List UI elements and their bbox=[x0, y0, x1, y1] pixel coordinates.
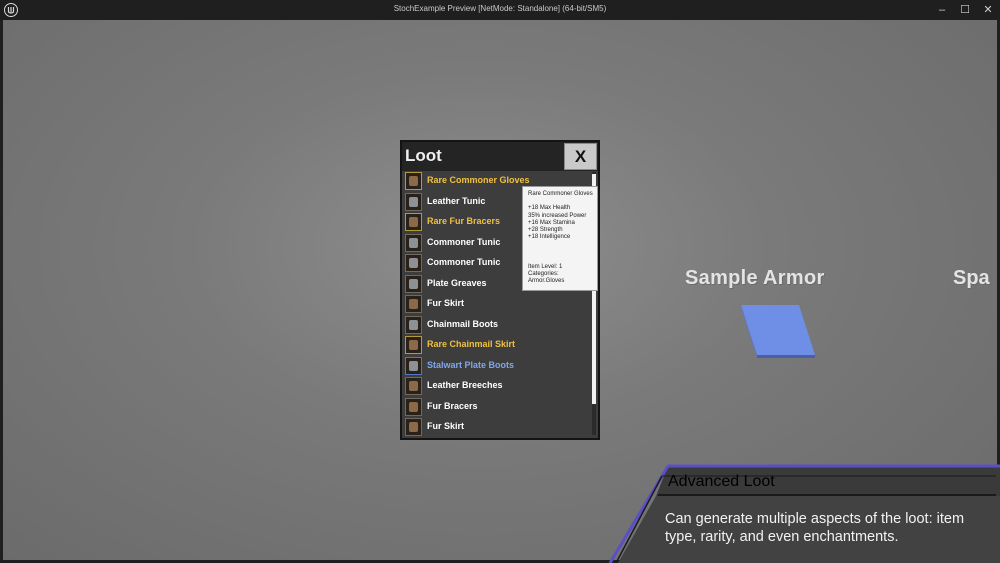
loot-close-button[interactable]: X bbox=[564, 143, 597, 170]
loot-header: Loot X bbox=[402, 142, 598, 171]
loot-item-label: Commoner Tunic bbox=[427, 257, 501, 267]
partial-scene-label: Spa bbox=[953, 267, 990, 289]
tooltip-item-name: Rare Commoner Gloves bbox=[528, 191, 593, 197]
loot-item[interactable]: Leather Breeches bbox=[403, 376, 591, 397]
loot-item[interactable]: Stalwart Plate Boots bbox=[403, 356, 591, 377]
loot-item-label: Rare Fur Bracers bbox=[427, 216, 501, 226]
loot-item-icon bbox=[405, 336, 422, 354]
sample-armor-label: Sample Armor bbox=[685, 267, 825, 289]
loot-item-icon bbox=[405, 295, 422, 313]
loot-title: Loot bbox=[405, 146, 442, 165]
loot-item-label: Fur Skirt bbox=[427, 421, 465, 431]
loot-item[interactable]: Rare Chainmail Skirt bbox=[403, 335, 591, 356]
loot-item-label: Rare Commoner Gloves bbox=[427, 175, 530, 185]
tooltip-item-level: Item Level: 1 bbox=[528, 263, 563, 270]
loot-item-icon bbox=[405, 233, 422, 252]
loot-item-label: Rare Chainmail Skirt bbox=[427, 339, 516, 349]
loot-item[interactable]: Chainmail Boots bbox=[403, 315, 591, 336]
tooltip-stat: +18 Intelligence bbox=[528, 234, 571, 241]
window-titlebar: StochExample Preview [NetMode: Standalon… bbox=[0, 0, 1000, 20]
tooltip-stat: +16 Max Stamina bbox=[528, 219, 575, 226]
banner-title: Advanced Loot bbox=[668, 473, 775, 490]
loot-item[interactable]: Fur Bracers bbox=[403, 397, 591, 418]
loot-item-icon bbox=[405, 274, 422, 293]
blue-plane bbox=[741, 305, 815, 358]
loot-item-icon bbox=[405, 356, 422, 375]
close-window-button[interactable]: ✕ bbox=[978, 2, 998, 18]
loot-item-icon bbox=[405, 254, 422, 272]
loot-item-icon bbox=[405, 397, 422, 416]
loot-item-label: Leather Tunic bbox=[427, 195, 486, 206]
loot-item-icon bbox=[405, 418, 422, 436]
minimize-button[interactable]: – bbox=[932, 2, 952, 18]
loot-item[interactable]: Fur Skirt bbox=[403, 417, 591, 437]
loot-item-icon bbox=[405, 213, 422, 231]
tooltip-stat: 35% increased Power bbox=[528, 212, 587, 219]
loot-item-label: Leather Breeches bbox=[427, 380, 503, 390]
loot-item-label: Fur Skirt bbox=[427, 298, 465, 308]
loot-item-icon bbox=[405, 192, 422, 211]
loot-item-label: Commoner Tunic bbox=[427, 236, 501, 247]
loot-item-icon bbox=[405, 377, 422, 395]
loot-item-icon bbox=[405, 315, 422, 334]
loot-item-label: Fur Bracers bbox=[427, 400, 478, 411]
loot-item-label: Chainmail Boots bbox=[427, 318, 499, 329]
loot-item-icon bbox=[405, 172, 422, 190]
maximize-button[interactable]: ☐ bbox=[955, 2, 975, 18]
banner-description: Can generate multiple aspects of the loo… bbox=[665, 511, 965, 545]
tooltip-stat: +28 Strength bbox=[528, 227, 563, 234]
loot-item-label: Plate Greaves bbox=[427, 277, 487, 288]
loot-item-label: Stalwart Plate Boots bbox=[427, 359, 515, 370]
item-tooltip: Rare Commoner Gloves +18 Max Health 35% … bbox=[522, 186, 598, 291]
window-title: StochExample Preview [NetMode: Standalon… bbox=[393, 4, 607, 13]
tooltip-categories: Armor.Gloves bbox=[528, 278, 565, 285]
tooltip-categories-label: Categories: bbox=[528, 271, 559, 278]
tooltip-stat: +18 Max Health bbox=[528, 205, 571, 212]
loot-item[interactable]: Fur Skirt bbox=[403, 294, 591, 315]
